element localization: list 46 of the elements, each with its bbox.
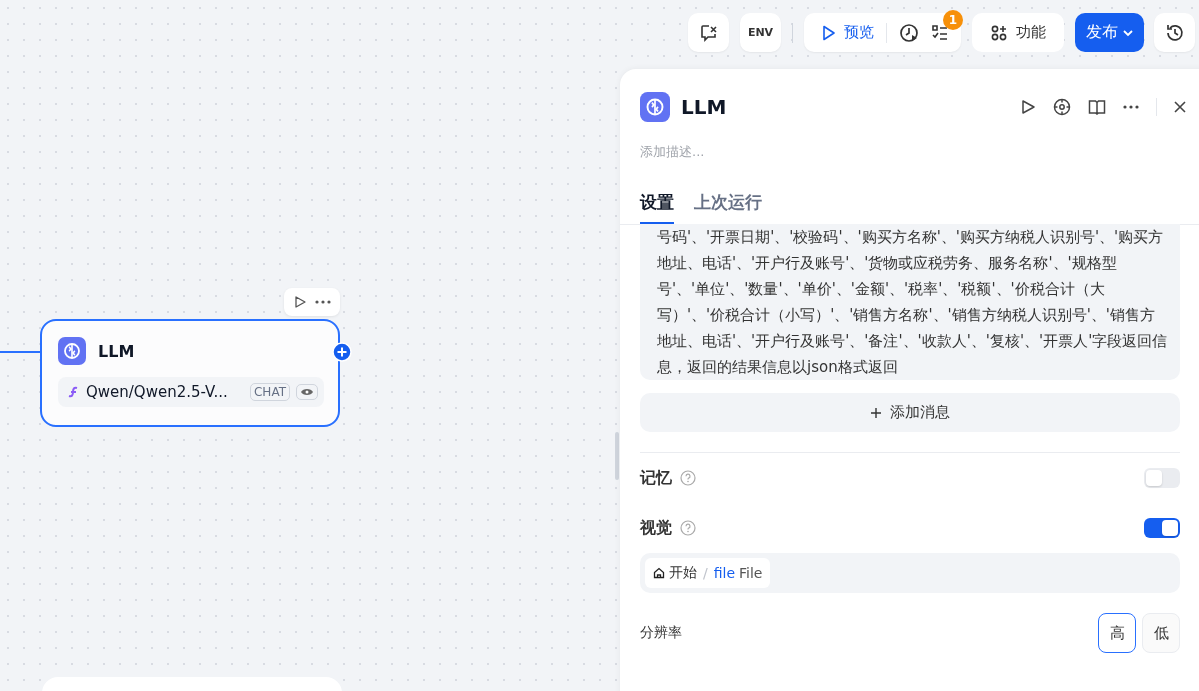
variable-field[interactable]: 开始 / file File [640,553,1180,593]
close-icon[interactable] [1174,101,1186,113]
more-icon[interactable] [315,300,332,304]
locate-icon[interactable] [1053,98,1071,116]
add-message-button[interactable]: 添加消息 [640,393,1180,432]
apps-icon [990,23,1008,42]
toggle-switch[interactable] [1144,518,1180,538]
chevron-down-icon [1123,28,1133,37]
add-node-icon[interactable] [332,342,352,362]
model-tag: CHAT [250,383,290,401]
panel-title: LLM [681,95,727,119]
env-button[interactable]: ENV [740,13,781,52]
resize-handle[interactable] [615,432,619,480]
more-icon[interactable] [1123,105,1139,109]
tab[interactable]: 上次运行 [694,191,762,224]
variable-chip[interactable]: 开始 / file File [645,558,771,588]
notification-badge: 1 [943,9,963,30]
home-icon [653,567,665,579]
setting-label: 视觉 [640,517,672,539]
model-logo-icon [68,386,80,398]
book-icon[interactable] [1088,98,1106,116]
play-icon [822,24,836,41]
vision-icon [296,384,318,400]
resolution-label: 分辨率 [640,624,682,642]
preview-button[interactable]: 预览 [822,23,874,42]
history-icon[interactable] [1154,13,1195,52]
publish-button[interactable]: 发布 [1075,13,1144,52]
setting-label: 记忆 [640,467,672,489]
model-name: Qwen/Qwen2.5-V... [86,383,229,401]
resolution-option[interactable]: 高 [1098,613,1136,653]
checklist-icon[interactable] [931,23,949,42]
model-selector[interactable]: Qwen/Qwen2.5-V... CHAT [58,377,324,407]
play-icon[interactable] [292,295,307,309]
brain-icon [58,337,86,365]
brain-icon [640,92,670,122]
run-history-icon[interactable] [899,22,919,43]
resolution-option[interactable]: 低 [1142,613,1180,653]
node-title: LLM [98,341,135,361]
comment-icon[interactable] [688,13,729,52]
prompt-text[interactable]: 号码'、'开票日期'、'校验码'、'购买方名称'、'购买方纳税人识别号'、'购买方地址、电话'、'开户行及账号'、'货物或应税劳务、服务名称'、'规格型号'、'单位'、'数量'、'单价'、'金额'、'税率'、'税额'、'价税合计（大写）'、'价税合计（小写）'、'销售方名称'、'销售方纳税人识别号'、'销售方地址、电话'、'开户行及账号'、'备注'、'收款人'、'复核'、'开票人'字段返回信息，返回的结果信息以json格式返回 [640,224,1180,380]
toggle-switch[interactable] [1144,468,1180,488]
features-button[interactable]: 功能 [972,13,1064,52]
play-icon[interactable] [1020,99,1036,115]
connector-line [0,351,40,353]
llm-node[interactable]: LLM Qwen/Qwen2.5-V... CHAT [40,319,340,427]
plus-icon [870,406,882,419]
